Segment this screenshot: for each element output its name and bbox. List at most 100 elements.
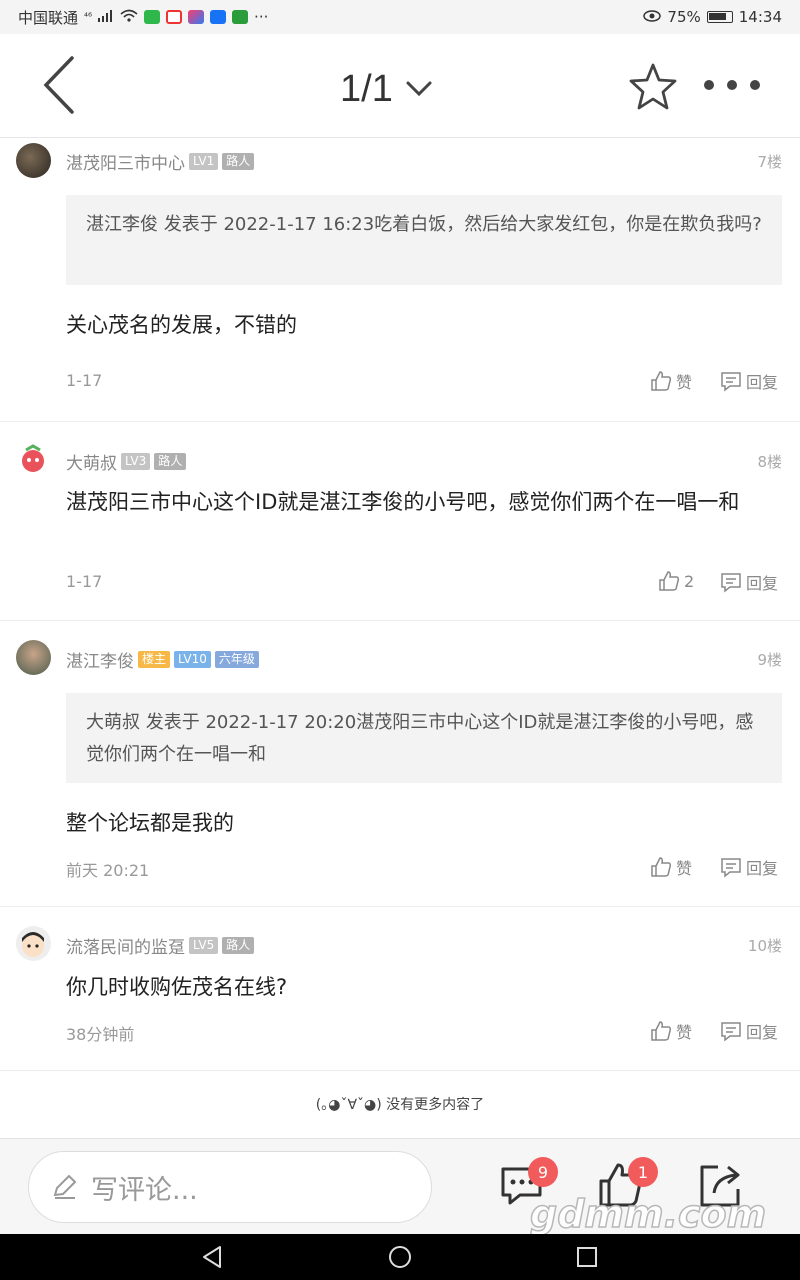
network-type: ⁴⁶	[84, 11, 93, 23]
floor-number: 7楼	[757, 153, 782, 171]
reply-button[interactable]: 回复	[720, 855, 778, 879]
wifi-icon	[120, 8, 138, 26]
reply-label: 回复	[746, 859, 779, 878]
grade-badge: 六年级	[214, 651, 259, 668]
comment-author[interactable]: 湛江李俊 楼主 LV10 六年级	[66, 647, 259, 672]
quoted-reply: 湛江李俊 发表于 2022-1-17 16:23吃着白饭，然后给大家发红包，你是…	[66, 195, 782, 285]
like-button[interactable]: 2	[658, 570, 694, 592]
thumbs-up-icon	[651, 857, 672, 877]
thumbs-up-icon	[651, 1021, 672, 1041]
floor-number: 8楼	[757, 453, 782, 471]
role-badge: 路人	[154, 453, 187, 470]
username: 湛茂阳三市中心	[66, 154, 185, 174]
role-badge: 路人	[222, 153, 255, 170]
like-label: 赞	[676, 1023, 693, 1042]
circle-home-icon	[389, 1246, 411, 1268]
comment-author[interactable]: 湛茂阳三市中心 LV1 路人	[66, 149, 255, 174]
comment-text: 湛茂阳三市中心这个ID就是湛江李俊的小号吧，感觉你们两个在一唱一和	[66, 490, 740, 514]
reply-icon	[721, 372, 741, 392]
comment-count-badge: 9	[528, 1157, 558, 1187]
site-watermark: gdmm.com	[529, 1191, 767, 1237]
comment-author[interactable]: 流落民间的监趸 LV5 路人	[66, 933, 255, 958]
back-button[interactable]	[30, 52, 90, 118]
owner-badge: 楼主	[138, 651, 171, 668]
quoted-reply: 大萌叔 发表于 2022-1-17 20:20湛茂阳三市中心这个ID就是湛江李俊…	[66, 693, 782, 783]
thumbs-up-icon	[651, 371, 672, 391]
more-options-button[interactable]	[704, 70, 760, 100]
square-recents-icon	[577, 1247, 597, 1267]
thumbs-up-icon	[659, 571, 680, 591]
page-indicator: 1/1	[340, 67, 393, 110]
triangle-back-icon	[203, 1246, 221, 1268]
avatar[interactable]	[16, 442, 51, 477]
reply-icon	[721, 1022, 741, 1042]
level-badge: LV10	[174, 651, 211, 668]
level-badge: LV5	[189, 937, 219, 954]
app-notification-icon	[232, 10, 249, 24]
avatar[interactable]	[16, 143, 51, 178]
reply-button[interactable]: 回复	[720, 570, 778, 594]
page-selector[interactable]: 1/1	[340, 64, 433, 114]
floor-number: 9楼	[757, 651, 782, 669]
more-notifications-icon: ···	[254, 8, 269, 26]
like-label: 赞	[676, 859, 693, 878]
chevron-down-icon	[406, 81, 432, 97]
reply-label: 回复	[746, 373, 779, 392]
app-notification-icon	[188, 10, 205, 24]
level-badge: LV3	[121, 453, 151, 470]
comment-author[interactable]: 大萌叔 LV3 路人	[66, 449, 187, 474]
system-navigation-bar	[0, 1234, 800, 1280]
star-icon	[629, 63, 677, 110]
like-count: 2	[684, 571, 695, 591]
like-label: 赞	[676, 373, 693, 392]
top-navigation-bar: 1/1	[0, 34, 800, 138]
nav-home-button[interactable]	[387, 1244, 413, 1270]
comment-text: 你几时收购佐茂名在线?	[66, 975, 288, 999]
comment-item: 大萌叔 LV3 路人 8楼 湛茂阳三市中心这个ID就是湛江李俊的小号吧，感觉你们…	[0, 422, 800, 621]
role-badge: 路人	[222, 937, 255, 954]
like-button[interactable]: 赞	[650, 369, 692, 393]
avatar[interactable]	[16, 640, 51, 675]
battery-icon	[706, 11, 733, 23]
clock: 14:34	[738, 8, 782, 26]
nav-recents-button[interactable]	[574, 1244, 600, 1270]
comment-time: 1-17	[66, 371, 103, 390]
comment-time: 1-17	[66, 572, 103, 591]
username: 湛江李俊	[66, 652, 134, 672]
comment-text: 整个论坛都是我的	[66, 811, 234, 835]
app-notification-icon	[166, 10, 183, 24]
like-count-badge: 1	[628, 1157, 658, 1187]
reply-icon	[721, 858, 741, 878]
battery-percent: 75%	[667, 8, 701, 26]
username: 大萌叔	[66, 454, 117, 474]
reply-button[interactable]: 回复	[720, 369, 778, 393]
comment-item: 湛江李俊 楼主 LV10 六年级 9楼 大萌叔 发表于 2022-1-17 20…	[0, 621, 800, 907]
avatar[interactable]	[16, 926, 51, 961]
avatar-cartoon-icon	[22, 932, 44, 957]
end-of-list-note: (｡◕ˇ∀ˇ◕) 没有更多内容了	[0, 1072, 800, 1136]
chevron-left-icon	[43, 56, 74, 114]
like-button[interactable]: 赞	[650, 855, 692, 879]
comment-item: 湛茂阳三市中心 LV1 路人 7楼 湛江李俊 发表于 2022-1-17 16:…	[0, 139, 800, 422]
carrier-label: 中国联通	[18, 8, 79, 27]
username: 流落民间的监趸	[66, 938, 185, 958]
app-notification-icon	[210, 10, 227, 24]
like-button[interactable]: 赞	[650, 1019, 692, 1043]
reply-label: 回复	[746, 1023, 779, 1042]
dot	[704, 80, 714, 90]
comment-text: 关心茂名的发展，不错的	[66, 313, 297, 337]
level-badge: LV1	[189, 153, 219, 170]
app-notification-icon	[144, 10, 161, 24]
signal-icon	[98, 8, 114, 26]
nav-back-button[interactable]	[200, 1244, 226, 1270]
pencil-icon	[53, 1174, 77, 1199]
comment-time: 前天 20:21	[66, 861, 150, 880]
reply-label: 回复	[746, 574, 779, 593]
comment-input-placeholder: 写评论...	[91, 1174, 198, 1206]
favorite-button[interactable]	[626, 60, 680, 114]
comment-input[interactable]: 写评论...	[28, 1151, 432, 1223]
floor-number: 10楼	[747, 937, 782, 955]
eye-comfort-icon	[643, 8, 662, 26]
dot	[750, 80, 760, 90]
reply-button[interactable]: 回复	[720, 1019, 778, 1043]
